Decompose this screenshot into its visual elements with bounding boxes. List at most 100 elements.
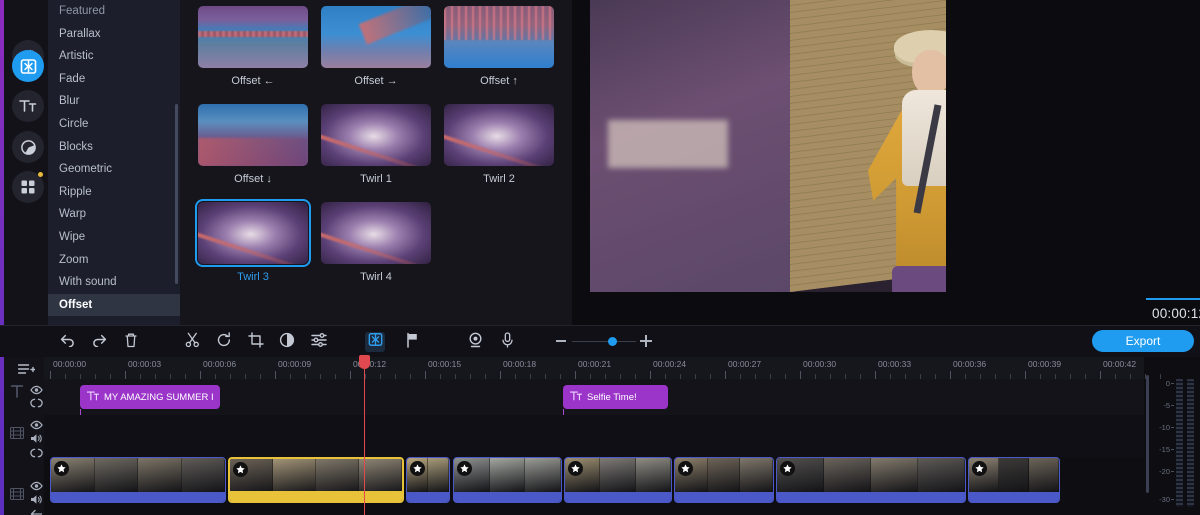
record-webcam-button[interactable] bbox=[466, 333, 484, 351]
playhead[interactable] bbox=[364, 357, 365, 515]
clip-audio-strip bbox=[565, 492, 671, 502]
category-item-offset[interactable]: Offset bbox=[48, 294, 180, 317]
transition-item[interactable]: Twirl 1 bbox=[315, 104, 437, 185]
undo-button[interactable] bbox=[58, 333, 76, 351]
category-item-blocks[interactable]: Blocks bbox=[48, 136, 180, 159]
category-item-blur[interactable]: Blur bbox=[48, 90, 180, 113]
transition-item[interactable]: Offset ← bbox=[192, 6, 314, 87]
video-clip[interactable] bbox=[674, 457, 774, 503]
audio-level-meter: 0-5-10-15-20-30 bbox=[1150, 375, 1200, 515]
video-preview[interactable] bbox=[590, 0, 946, 292]
video-clip[interactable] bbox=[453, 457, 562, 503]
transition-preview-art bbox=[198, 104, 308, 166]
rotate-button[interactable] bbox=[215, 333, 233, 351]
title-clip[interactable]: Selfie Time! bbox=[563, 385, 668, 409]
category-item-wipe[interactable]: Wipe bbox=[48, 226, 180, 249]
crop-button[interactable] bbox=[247, 333, 265, 351]
color-adjust-button[interactable] bbox=[278, 333, 296, 351]
clip-thumbnail-frame bbox=[1029, 458, 1059, 492]
rail-item-transitions[interactable] bbox=[12, 50, 44, 82]
split-button[interactable] bbox=[183, 333, 201, 351]
zoom-out-button[interactable] bbox=[556, 340, 566, 342]
rail-item-titles[interactable] bbox=[12, 90, 44, 122]
category-item-warp[interactable]: Warp bbox=[48, 203, 180, 226]
current-timecode: 00:00:12.570 bbox=[1152, 306, 1200, 321]
zoom-in-button[interactable] bbox=[640, 335, 652, 347]
title-track-link-toggle[interactable] bbox=[30, 395, 43, 413]
transition-label: Offset ↑ bbox=[438, 75, 560, 87]
overlay-track[interactable] bbox=[44, 415, 1144, 457]
record-voiceover-button[interactable] bbox=[498, 333, 516, 351]
transition-thumbnail bbox=[198, 202, 308, 264]
meter-scale-tick bbox=[1171, 383, 1174, 384]
player-seek-bar[interactable] bbox=[1146, 296, 1200, 301]
clip-favorite-icon[interactable] bbox=[233, 462, 248, 477]
clip-audio-strip bbox=[454, 492, 561, 502]
category-item-zoom[interactable]: Zoom bbox=[48, 249, 180, 272]
timeline-vertical-scrollbar[interactable] bbox=[1146, 375, 1149, 493]
transitions-button[interactable] bbox=[365, 332, 385, 352]
video-clip[interactable] bbox=[968, 457, 1060, 503]
category-item-ripple[interactable]: Ripple bbox=[48, 181, 180, 204]
video-clip[interactable] bbox=[228, 457, 404, 503]
clip-thumbnails bbox=[777, 458, 965, 492]
transition-item[interactable]: Twirl 3 bbox=[192, 202, 314, 283]
rail-item-color[interactable] bbox=[12, 131, 44, 163]
redo-button[interactable] bbox=[90, 333, 108, 351]
overlay-track-link-toggle[interactable] bbox=[30, 445, 43, 463]
zoom-slider-handle[interactable] bbox=[608, 337, 617, 346]
clip-favorite-icon[interactable] bbox=[568, 461, 583, 476]
video-track[interactable] bbox=[44, 457, 1144, 515]
timeline-ruler[interactable]: 00:00:0000:00:0300:00:0600:00:0900:00:12… bbox=[44, 357, 1144, 379]
zoom-slider-track[interactable] bbox=[572, 341, 636, 343]
transition-item[interactable]: Twirl 2 bbox=[438, 104, 560, 185]
clip-thumbnail-frame bbox=[316, 459, 359, 493]
clip-thumbnails bbox=[230, 459, 402, 493]
ruler-major-tick bbox=[1025, 371, 1026, 379]
undo-icon bbox=[59, 332, 76, 352]
transition-item[interactable]: Offset ↓ bbox=[192, 104, 314, 185]
video-clip[interactable] bbox=[564, 457, 672, 503]
ruler-major-tick bbox=[575, 371, 576, 379]
category-item-parallax[interactable]: Parallax bbox=[48, 23, 180, 46]
playhead-handle[interactable] bbox=[359, 355, 370, 369]
properties-button[interactable] bbox=[310, 333, 328, 351]
transition-preview-art bbox=[444, 6, 554, 68]
clip-favorite-icon[interactable] bbox=[457, 461, 472, 476]
category-item-circle[interactable]: Circle bbox=[48, 113, 180, 136]
markers-button[interactable] bbox=[403, 333, 421, 351]
category-scrollbar[interactable] bbox=[175, 104, 178, 284]
clip-favorite-icon[interactable] bbox=[780, 461, 795, 476]
video-clip[interactable] bbox=[50, 457, 226, 503]
clip-favorite-icon[interactable] bbox=[54, 461, 69, 476]
title-clip[interactable]: MY AMAZING SUMMER I bbox=[80, 385, 220, 409]
rail-item-more-tools[interactable] bbox=[12, 171, 44, 203]
category-item-with-sound[interactable]: With sound bbox=[48, 271, 180, 294]
edit-toolbar bbox=[0, 325, 1200, 357]
microphone-icon bbox=[501, 332, 514, 353]
delete-button[interactable] bbox=[122, 333, 140, 351]
category-item-fade[interactable]: Fade bbox=[48, 68, 180, 91]
clip-audio-strip bbox=[675, 492, 773, 502]
category-item-featured[interactable]: Featured bbox=[48, 0, 180, 23]
clip-favorite-icon[interactable] bbox=[972, 461, 987, 476]
clip-thumbnail-frame bbox=[138, 458, 182, 492]
transition-item[interactable]: Offset ↑ bbox=[438, 6, 560, 87]
clip-favorite-icon[interactable] bbox=[678, 461, 693, 476]
transition-item[interactable]: Twirl 4 bbox=[315, 202, 437, 283]
ruler-label: 00:00:30 bbox=[803, 359, 836, 369]
category-item-artistic[interactable]: Artistic bbox=[48, 45, 180, 68]
video-clip[interactable] bbox=[406, 457, 450, 503]
video-track-collapse-button[interactable] bbox=[30, 506, 43, 515]
clip-thumbnail-frame bbox=[918, 458, 965, 492]
ruler-major-tick bbox=[650, 371, 651, 379]
export-button[interactable]: Export bbox=[1092, 330, 1194, 352]
video-clip[interactable] bbox=[776, 457, 966, 503]
ruler-label: 00:00:15 bbox=[428, 359, 461, 369]
category-item-geometric[interactable]: Geometric bbox=[48, 158, 180, 181]
add-track-button[interactable] bbox=[18, 363, 35, 381]
clip-favorite-icon[interactable] bbox=[410, 461, 425, 476]
transition-item[interactable]: Offset → bbox=[315, 6, 437, 87]
title-track[interactable]: MY AMAZING SUMMER I Selfie Time! bbox=[44, 379, 1144, 415]
transition-label: Twirl 1 bbox=[315, 173, 437, 185]
